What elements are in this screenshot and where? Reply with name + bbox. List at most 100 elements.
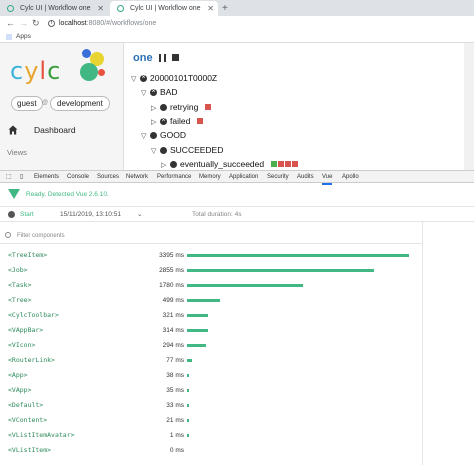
browser-tab-title: Cylc UI | Workflow one: [130, 5, 201, 12]
component-render-time: 314 ms: [162, 327, 184, 334]
component-row[interactable]: <App> 38 ms: [0, 368, 420, 383]
component-render-time: 294 ms: [162, 342, 184, 349]
browser-tab-active[interactable]: Cylc UI | Workflow one ✕: [110, 1, 218, 16]
total-duration: Total duration: 4s: [192, 211, 242, 218]
devtools-tab-sources[interactable]: Sources: [97, 171, 119, 183]
nav-item-label: Dashboard: [34, 125, 76, 135]
render-time-bar: [187, 419, 189, 422]
devtools-tab-audits[interactable]: Audits: [297, 171, 314, 183]
component-row[interactable]: <VListItem> 0 ms: [0, 443, 420, 458]
vue-status-text: Ready. Detected Vue 2.6.10.: [26, 191, 109, 198]
state-icon: [150, 132, 157, 140]
logo-circle-red: [98, 69, 105, 76]
back-arrow-icon[interactable]: ←: [6, 16, 15, 31]
component-render-time: 499 ms: [162, 297, 184, 304]
component-row[interactable]: <CylcToolbar> 321 ms: [0, 308, 420, 323]
failed-state-icon: [150, 86, 157, 97]
component-name: <RouterLink>: [8, 356, 55, 364]
component-render-time: 3395 ms: [159, 252, 184, 259]
job-status-icon[interactable]: [285, 160, 292, 167]
tree-node[interactable]: ▷ eventually_succeeded: [161, 158, 299, 170]
component-row[interactable]: <TreeItem> 3395 ms: [0, 248, 420, 263]
component-name: <TreeItem>: [8, 251, 48, 259]
devtools-tab-elements[interactable]: Elements: [34, 171, 59, 183]
environment-chip[interactable]: development: [50, 96, 110, 111]
devtools-tab-apollo[interactable]: Apollo: [342, 171, 359, 183]
collapse-toggle-icon[interactable]: ▽: [141, 88, 150, 100]
cylc-logo: cylc: [10, 57, 62, 85]
component-row[interactable]: <VListItemAvatar> 1 ms: [0, 428, 420, 443]
session-datetime[interactable]: 15/11/2019, 13:10:51: [60, 207, 121, 222]
job-status-icon[interactable]: [278, 160, 285, 167]
tree-node-label: BAD: [160, 87, 178, 98]
component-row[interactable]: <VApp> 35 ms: [0, 383, 420, 398]
component-row[interactable]: <Default> 33 ms: [0, 398, 420, 413]
collapse-toggle-icon[interactable]: ▽: [131, 74, 140, 86]
component-name: <VListItem>: [8, 446, 52, 454]
devtools-tab-performance[interactable]: Performance: [157, 171, 191, 183]
apps-grid-icon[interactable]: [6, 34, 12, 40]
expand-toggle-icon[interactable]: ▷: [151, 117, 160, 129]
component-row[interactable]: <Task> 1780 ms: [0, 278, 420, 293]
pause-icon[interactable]: [159, 54, 166, 62]
chevron-down-icon[interactable]: ⌄: [137, 207, 142, 222]
tree-node[interactable]: ▷ retrying: [151, 101, 212, 115]
user-chip[interactable]: guest: [11, 96, 43, 111]
tree-node[interactable]: ▽ BAD: [141, 86, 177, 98]
close-tab-icon[interactable]: ✕: [207, 1, 214, 16]
new-tab-button[interactable]: +: [222, 1, 228, 16]
inspect-element-icon[interactable]: ⬚: [6, 171, 12, 183]
apps-bookmark[interactable]: Apps: [16, 31, 31, 43]
workflow-title: one: [133, 52, 153, 64]
tree-node[interactable]: ▽ SUCCEEDED: [151, 144, 223, 156]
scrollbar[interactable]: [464, 43, 474, 170]
component-row[interactable]: <Job> 2855 ms: [0, 263, 420, 278]
render-time-bar: [187, 299, 220, 302]
component-row[interactable]: <Tree> 499 ms: [0, 293, 420, 308]
tree-node[interactable]: ▷ failed: [151, 115, 204, 129]
component-row[interactable]: <RouterLink> 77 ms: [0, 353, 420, 368]
job-status-icon[interactable]: [205, 103, 212, 110]
component-row[interactable]: <VIcon> 294 ms: [0, 338, 420, 353]
job-status-icon[interactable]: [271, 160, 278, 167]
devtools-tab-security[interactable]: Security: [267, 171, 289, 183]
close-tab-icon[interactable]: ✕: [97, 1, 104, 16]
reload-icon[interactable]: ↻: [32, 16, 40, 31]
url-field[interactable]: i localhost:8080/#/workflows/one: [48, 18, 156, 29]
record-icon[interactable]: [8, 211, 15, 218]
expand-toggle-icon[interactable]: ▷: [151, 103, 160, 115]
component-row[interactable]: <VAppBar> 314 ms: [0, 323, 420, 338]
forward-arrow-icon[interactable]: →: [19, 16, 28, 31]
job-status-icon[interactable]: [197, 117, 204, 124]
stop-icon[interactable]: [172, 54, 179, 61]
devtools-tab-memory[interactable]: Memory: [199, 171, 221, 183]
failed-state-icon: [160, 115, 167, 126]
device-toolbar-icon[interactable]: ▯: [20, 171, 23, 183]
devtools-tab-bar: Elements Console Sources Network Performance…: [0, 171, 474, 185]
state-icon: [160, 146, 167, 154]
devtools-tab-console[interactable]: Console: [67, 171, 89, 183]
collapse-toggle-icon[interactable]: ▽: [151, 146, 160, 158]
info-icon[interactable]: i: [48, 19, 55, 27]
collapse-toggle-icon[interactable]: ▽: [141, 131, 150, 143]
component-row[interactable]: <VContent> 21 ms: [0, 413, 420, 428]
tree-node[interactable]: ▽ GOOD: [141, 129, 186, 141]
filter-input[interactable]: Filter components: [17, 228, 65, 244]
render-time-bar: [187, 269, 374, 272]
tree-node[interactable]: ▽ 20000101T0000Z: [131, 72, 217, 84]
nav-item-dashboard[interactable]: Dashboard: [0, 121, 124, 139]
job-status-icon[interactable]: [292, 160, 299, 167]
performance-timeline-row: Start 15/11/2019, 13:10:51 ⌄ Total durat…: [0, 207, 474, 222]
pane-divider[interactable]: [422, 222, 423, 465]
tree-node-label: failed: [170, 115, 191, 126]
component-name: <Tree>: [8, 296, 32, 304]
browser-tab-bar: Cylc UI | Workflow one ✕ Cylc UI | Workf…: [0, 0, 474, 16]
start-label[interactable]: Start: [20, 207, 34, 222]
devtools-tab-network[interactable]: Network: [126, 171, 148, 183]
component-name: <Default>: [8, 401, 44, 409]
browser-tab[interactable]: Cylc UI | Workflow one ✕: [0, 1, 108, 16]
component-render-time: 1 ms: [169, 432, 184, 439]
devtools-tab-application[interactable]: Application: [229, 171, 258, 183]
filter-bar[interactable]: Filter components: [0, 228, 422, 244]
component-render-time: 0 ms: [169, 447, 184, 454]
